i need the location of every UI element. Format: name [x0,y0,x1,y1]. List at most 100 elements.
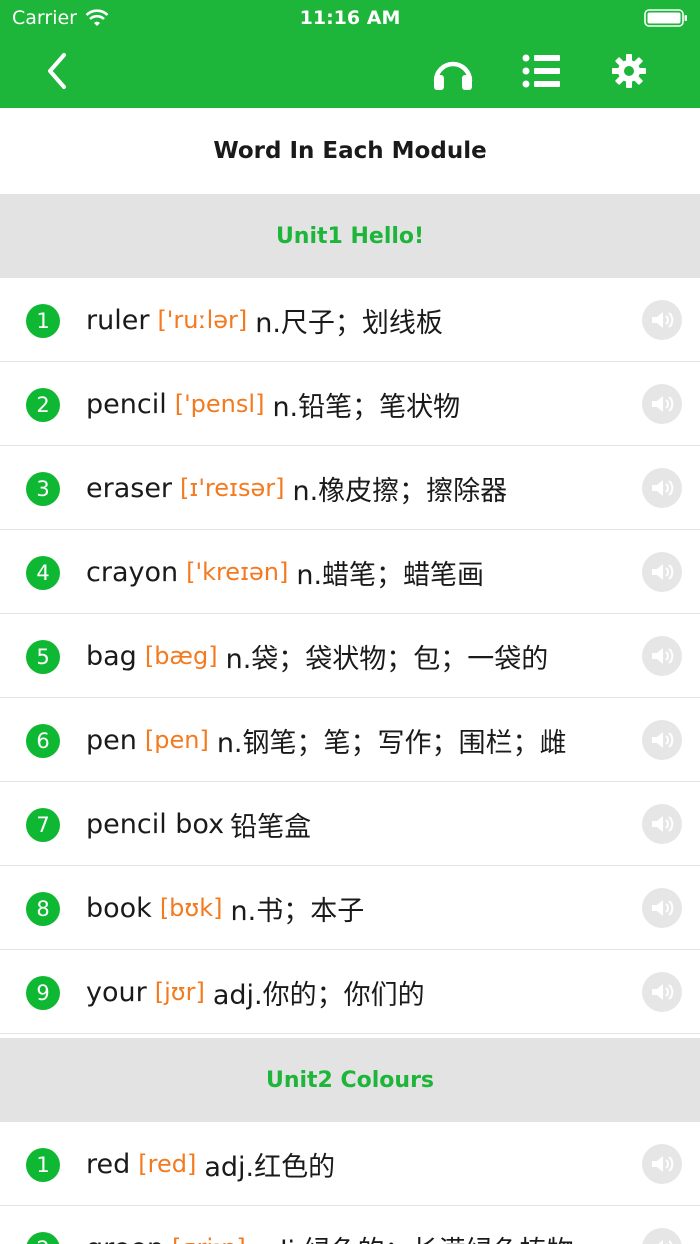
word-entry: ruler ['ruːlər] n.尺子；划线板 [86,278,614,362]
word: crayon [86,556,179,588]
word-entry: eraser [ɪ'reɪsər] n.橡皮擦；擦除器 [86,446,614,530]
word-row[interactable]: 1 ruler ['ruːlər] n.尺子；划线板 [0,278,700,362]
play-audio-button[interactable] [642,804,682,844]
item-number-badge: 4 [26,556,60,590]
definition: adj.你的；你们的 [212,979,425,1011]
definition: n.钢笔；笔；写作；围栏；雌 [216,727,567,759]
word: pencil [86,388,167,420]
word-entry: pen [pen] n.钢笔；笔；写作；围栏；雌 [86,698,614,782]
definition: n.尺子；划线板 [255,307,443,339]
word-entry: your [jʊr] adj.你的；你们的 [86,950,614,1034]
headphones-icon [433,61,473,90]
definition: n.袋；袋状物；包；一袋的 [225,643,549,675]
item-number-badge: 9 [26,976,60,1010]
word: eraser [86,472,173,504]
speaker-icon [652,480,674,496]
word: pencil box [86,808,225,840]
word-row[interactable]: 6 pen [pen] n.钢笔；笔；写作；围栏；雌 [0,698,700,782]
word-row[interactable]: 2 pencil ['pensl] n.铅笔；笔状物 [0,362,700,446]
word: book [86,892,152,924]
item-number-badge: 8 [26,892,60,926]
word: ruler [86,304,150,336]
play-audio-button[interactable] [642,300,682,340]
word-entry: pencil box 铅笔盒 [86,782,614,866]
word: green [86,1233,164,1244]
word: your [86,976,147,1008]
word-row[interactable]: 3 eraser [ɪ'reɪsər] n.橡皮擦；擦除器 [0,446,700,530]
word-entry: crayon ['kreɪən] n.蜡笔；蜡笔画 [86,530,614,614]
play-audio-button[interactable] [642,552,682,592]
phonetic: ['kreɪən] [186,558,289,586]
list-icon [522,54,560,88]
navigation-bar: Carrier 11:16 AM [0,0,700,108]
item-number-badge: 6 [26,724,60,758]
speaker-icon [652,1156,674,1172]
gear-icon [612,54,646,88]
phonetic: [bæg] [144,642,218,670]
back-button[interactable] [34,48,80,94]
phonetic: ['ruːlər] [157,306,248,334]
definition: n.蜡笔；蜡笔画 [296,559,485,591]
section-header-unit1: Unit1 Hello! [0,194,700,278]
definition: n.书；本子 [230,895,365,927]
definition: adj.红色的 [204,1151,336,1183]
definition: n.铅笔；笔状物 [272,391,461,423]
word-list-button[interactable] [518,48,564,94]
word: pen [86,724,137,756]
word-entry: pencil ['pensl] n.铅笔；笔状物 [86,362,614,446]
word-row[interactable]: 5 bag [bæg] n.袋；袋状物；包；一袋的 [0,614,700,698]
battery-icon [644,9,687,27]
word-entry: red [red] adj.红色的 [86,1122,614,1206]
word-row[interactable]: 2 green [ɡriːn] adj.绿色的；长满绿色植物 [0,1206,700,1244]
phonetic: [ɡriːn] [172,1234,246,1244]
section-header-unit2: Unit2 Colours [0,1038,700,1122]
item-number-badge: 3 [26,472,60,506]
play-audio-button[interactable] [642,888,682,928]
phonetic: [red] [138,1150,197,1178]
play-audio-button[interactable] [642,720,682,760]
status-bar: Carrier 11:16 AM [0,0,700,36]
definition: n.橡皮擦；擦除器 [292,475,508,507]
word-row[interactable]: 9 your [jʊr] adj.你的；你们的 [0,950,700,1034]
phonetic: [jʊr] [154,978,205,1006]
definition: adj.绿色的；长满绿色植物 [254,1229,574,1244]
item-number-badge: 2 [26,388,60,422]
item-number-badge: 5 [26,640,60,674]
word-entry: green [ɡriːn] adj.绿色的；长满绿色植物 [86,1206,614,1244]
speaker-icon [652,900,674,916]
word: bag [86,640,137,672]
clock: 11:16 AM [299,7,401,29]
item-number-badge: 7 [26,808,60,842]
speaker-icon [652,816,674,832]
word-row[interactable]: 8 book [bʊk] n.书；本子 [0,866,700,950]
speaker-icon [652,312,674,328]
phonetic: [pen] [144,726,209,754]
headphones-button[interactable] [430,48,476,94]
item-number-badge: 2 [26,1232,60,1244]
play-audio-button[interactable] [642,1228,682,1244]
page-title: Word In Each Module [0,108,700,194]
word-entry: book [bʊk] n.书；本子 [86,866,614,950]
word: red [86,1148,131,1180]
play-audio-button[interactable] [642,384,682,424]
chevron-left-icon [48,53,66,89]
phonetic: ['pensl] [174,390,265,418]
phonetic: [bʊk] [159,894,223,922]
speaker-icon [652,564,674,580]
speaker-icon [652,648,674,664]
speaker-icon [652,396,674,412]
play-audio-button[interactable] [642,468,682,508]
speaker-icon [652,984,674,1000]
word-entry: bag [bæg] n.袋；袋状物；包；一袋的 [86,614,614,698]
speaker-icon [658,1240,673,1244]
play-audio-button[interactable] [642,636,682,676]
speaker-icon [652,732,674,748]
definition: 铅笔盒 [230,811,312,843]
play-audio-button[interactable] [642,972,682,1012]
word-row[interactable]: 1 red [red] adj.红色的 [0,1122,700,1206]
settings-button[interactable] [606,48,652,94]
item-number-badge: 1 [26,1148,60,1182]
word-row[interactable]: 4 crayon ['kreɪən] n.蜡笔；蜡笔画 [0,530,700,614]
play-audio-button[interactable] [642,1144,682,1184]
word-row[interactable]: 7 pencil box 铅笔盒 [0,782,700,866]
